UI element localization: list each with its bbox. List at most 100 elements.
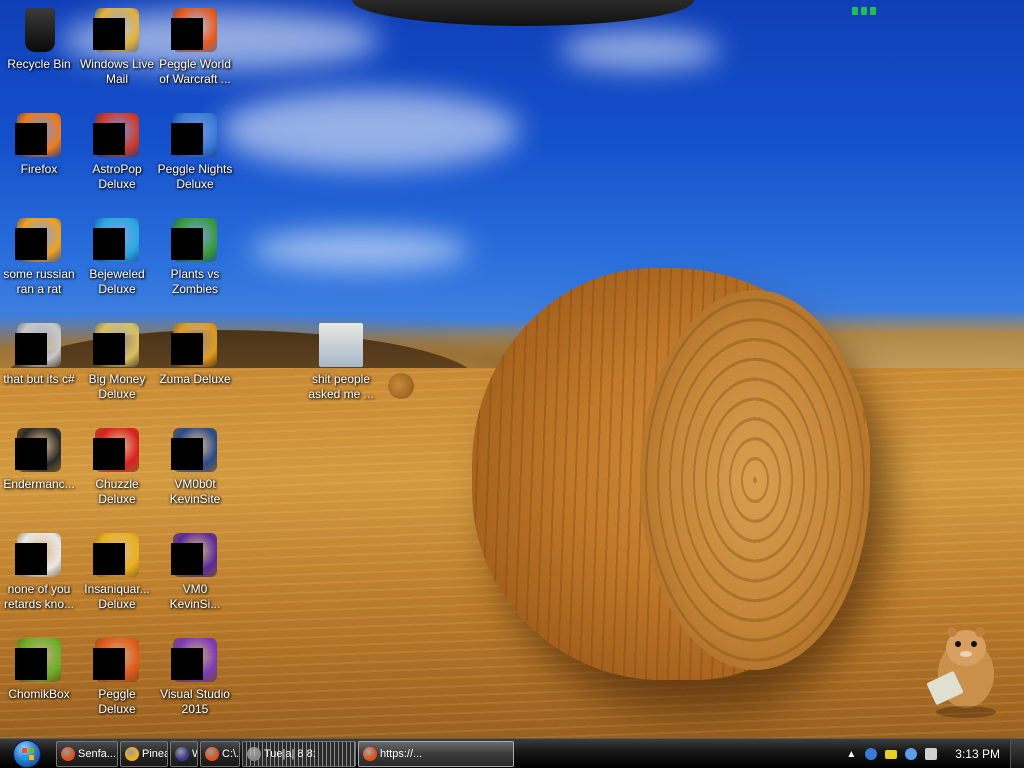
wallpaper-hay-bale-face [640, 290, 870, 670]
desktop-icon[interactable]: VM0 KevinSi... [156, 531, 234, 612]
redaction-box [15, 333, 47, 365]
desktop-icon[interactable]: Peggle Deluxe [78, 636, 156, 717]
recycle-bin-icon [15, 6, 63, 54]
desktop-icon[interactable]: Endermanc... [0, 426, 78, 492]
desktop-icon[interactable]: AstroPop Deluxe [78, 111, 156, 192]
hard-drive-icon [865, 748, 878, 760]
windows-start-orb-icon [13, 740, 41, 768]
desktop-icon-label: VM0 KevinSi... [169, 582, 221, 611]
desktop-icon[interactable]: Big Money Deluxe [78, 321, 156, 402]
peggle-world-of-warcraft-icon [171, 6, 219, 54]
tray-hard-drive-button[interactable] [861, 739, 881, 768]
taskbar-button[interactable]: Senfa... [56, 741, 118, 767]
taskbar-button[interactable]: Tue|a| 8 8: [242, 741, 356, 767]
desktop-icon[interactable]: shit people asked me ... [302, 321, 380, 402]
redaction-box [93, 648, 125, 680]
taskbar-button[interactable]: Wi... [170, 741, 198, 767]
taskbar-button[interactable]: Pinea... [120, 741, 168, 767]
chuzzle-deluxe-icon [93, 426, 141, 474]
system-tray: ▲ 3:13 PM [841, 739, 1024, 768]
redaction-box [15, 543, 47, 575]
redaction-box [93, 123, 125, 155]
app-icon [175, 747, 189, 761]
desktop-icon[interactable]: Bejeweled Deluxe [78, 216, 156, 297]
desktop-icon[interactable]: that but its c# [0, 321, 78, 387]
desktop-icon-label: shit people asked me ... [308, 372, 374, 401]
icon-artwork [25, 8, 55, 52]
speaker-icon [905, 748, 918, 760]
desktop-icon-label: Bejeweled Deluxe [89, 267, 145, 296]
peggle-deluxe-icon [93, 636, 141, 684]
redaction-box [93, 438, 125, 470]
desktop-icon-label: ChomikBox [8, 687, 70, 701]
desktop-icon[interactable]: Windows Live Mail [78, 6, 156, 87]
desktop-icon[interactable]: Visual Studio 2015 [156, 636, 234, 717]
tray-speaker-button[interactable] [901, 739, 921, 768]
desktop-icon[interactable]: none of you retards kno... [0, 531, 78, 612]
wallpaper-cloud [220, 90, 520, 170]
redaction-box [15, 123, 47, 155]
desktop-icon-label: Firefox [20, 162, 58, 176]
tray-network-button[interactable] [921, 739, 941, 768]
plants-vs-zombies-icon [171, 216, 219, 264]
taskbar-button[interactable]: C:\... [200, 741, 240, 767]
desktop-icon[interactable]: ChomikBox [0, 636, 78, 702]
vm0b0t-kevinsite-icon [171, 426, 219, 474]
desktop-icon[interactable]: Zuma Deluxe [156, 321, 234, 387]
vm0-kevinsite-icon [171, 531, 219, 579]
show-desktop-button[interactable] [1010, 739, 1024, 768]
play-icon [125, 747, 139, 761]
desktop-icon-label: that but its c# [3, 372, 75, 386]
firefox-icon [15, 111, 63, 159]
desktop-icon[interactable]: Insaniquar... Deluxe [78, 531, 156, 612]
taskbar-button[interactable]: https://... [358, 741, 514, 767]
zuma-deluxe-icon [171, 321, 219, 369]
desktop-icon-label: Peggle Nights Deluxe [157, 162, 233, 191]
desktop-icon-label: Plants vs Zombies [170, 267, 220, 296]
desktop-icon[interactable]: Firefox [0, 111, 78, 177]
wallpaper-distant-bale [388, 373, 414, 399]
hamster-mascot-icon [926, 627, 996, 718]
big-money-deluxe-icon [93, 321, 141, 369]
desktop-icon[interactable]: Chuzzle Deluxe [78, 426, 156, 507]
desktop-icon[interactable]: Plants vs Zombies [156, 216, 234, 297]
taskbar-clock[interactable]: 3:13 PM [941, 747, 1010, 761]
desktop-icon[interactable]: Recycle Bin [0, 6, 78, 72]
taskbar-button-label: Pinea... [142, 748, 167, 760]
desktop-icon-label: Windows Live Mail [79, 57, 155, 86]
redaction-box [171, 543, 203, 575]
desktop-icon-label: AstroPop Deluxe [92, 162, 142, 191]
desktop-icon-label: Chuzzle Deluxe [95, 477, 139, 506]
tray-battery-button[interactable] [881, 739, 901, 768]
desktop-icon-label: VM0b0t KevinSite [169, 477, 221, 506]
redaction-box [93, 228, 125, 260]
redaction-box [171, 123, 203, 155]
desktop-icon[interactable]: Peggle World of Warcraft ... [156, 6, 234, 87]
desktop-icon[interactable]: some russian ran a rat [0, 216, 78, 297]
desktop-icon-label: Zuma Deluxe [159, 372, 231, 386]
desktop-icon[interactable]: VM0b0t KevinSite [156, 426, 234, 507]
wallpaper-cloud [560, 30, 720, 70]
desktop-icon[interactable]: Peggle Nights Deluxe [156, 111, 234, 192]
taskbar-button-label: Wi... [192, 748, 197, 760]
window-icon [247, 747, 261, 761]
windows-live-mail-icon [93, 6, 141, 54]
redaction-box [93, 543, 125, 575]
desktop-icon-label: Endermanc... [3, 477, 75, 491]
visual-studio-2015-icon [171, 636, 219, 684]
show-hidden-icons-button[interactable]: ▲ [841, 739, 861, 768]
desktop-icon-label: Visual Studio 2015 [160, 687, 230, 716]
redaction-box [171, 438, 203, 470]
desktop-icon-label: Big Money Deluxe [88, 372, 146, 401]
desktop-icon-label: Recycle Bin [7, 57, 71, 71]
firefox-icon [363, 747, 377, 761]
start-button[interactable] [6, 739, 48, 768]
desktop-icon-label: Insaniquar... Deluxe [84, 582, 150, 611]
taskbar: Senfa... Pinea... Wi... C:\... Tue|a| 8 8: ht… [0, 738, 1024, 768]
folder-icon [317, 321, 365, 369]
insaniquarium-deluxe-icon [93, 531, 141, 579]
redaction-box [15, 228, 47, 260]
astropop-deluxe-icon [93, 111, 141, 159]
desktop-icon-label: Peggle World of Warcraft ... [159, 57, 231, 86]
redaction-box [93, 333, 125, 365]
